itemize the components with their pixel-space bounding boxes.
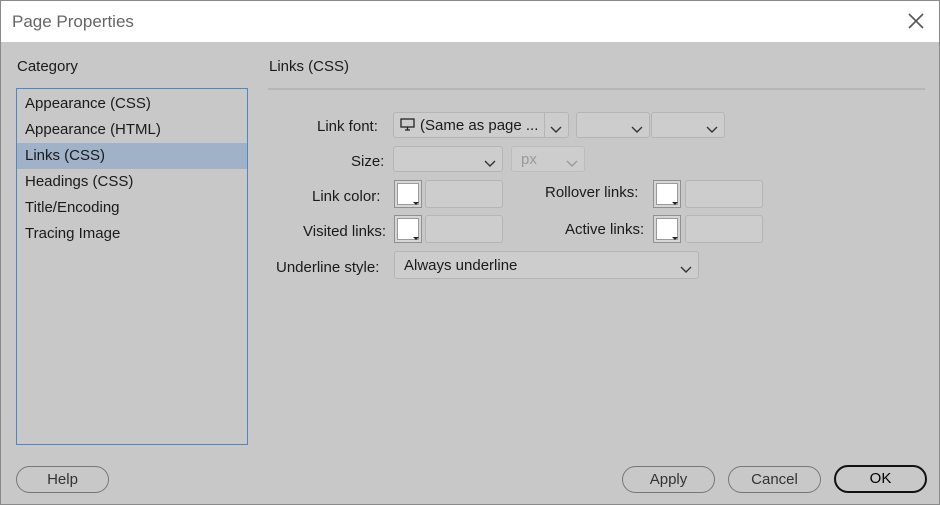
category-item-label: Title/Encoding [25, 199, 120, 216]
rollover-color-input[interactable] [685, 180, 763, 208]
category-item-label: Tracing Image [25, 225, 121, 242]
category-heading: Category [17, 58, 78, 75]
close-icon[interactable] [907, 12, 925, 30]
active-links-label: Active links: [565, 221, 645, 238]
ok-button[interactable]: OK [834, 465, 927, 493]
visited-color-input[interactable] [425, 215, 503, 243]
window-title: Page Properties [12, 12, 134, 31]
page-properties-dialog: Page Properties Category Appearance (CSS… [0, 0, 940, 505]
category-item-links-css[interactable]: Links (CSS) [17, 143, 247, 169]
category-item-appearance-css[interactable]: Appearance (CSS) [17, 91, 247, 117]
size-unit-dropdown: px [511, 146, 585, 172]
font-style-dropdown[interactable] [576, 112, 650, 138]
title-bar: Page Properties [1, 1, 939, 42]
visited-links-label: Visited links: [303, 223, 387, 240]
active-color-swatch[interactable] [653, 215, 681, 243]
category-item-label: Appearance (HTML) [25, 121, 161, 138]
active-color-input[interactable] [685, 215, 763, 243]
dropdown-separator [544, 113, 545, 137]
link-font-value: (Same as page ... [420, 117, 539, 134]
link-color-input[interactable] [425, 180, 503, 208]
chevron-down-icon [550, 121, 562, 138]
swatch-dropdown-icon [413, 202, 419, 205]
category-item-label: Links (CSS) [25, 147, 106, 164]
chevron-down-icon [706, 121, 718, 138]
category-item-label: Appearance (CSS) [25, 95, 151, 112]
rollover-color-swatch[interactable] [653, 180, 681, 208]
category-item-headings-css[interactable]: Headings (CSS) [17, 169, 247, 195]
apply-button[interactable]: Apply [622, 466, 715, 493]
chevron-down-icon [484, 155, 496, 172]
chevron-down-icon [631, 121, 643, 138]
swatch-dropdown-icon [672, 202, 678, 205]
visited-color-swatch[interactable] [394, 215, 422, 243]
link-color-label: Link color: [312, 188, 381, 205]
category-item-label: Headings (CSS) [25, 173, 134, 190]
underline-style-label: Underline style: [276, 259, 380, 276]
cancel-button[interactable]: Cancel [728, 466, 821, 493]
underline-style-dropdown[interactable]: Always underline [394, 251, 699, 279]
section-divider [268, 88, 925, 90]
monitor-icon [400, 118, 415, 135]
category-item-appearance-html[interactable]: Appearance (HTML) [17, 117, 247, 143]
font-weight-dropdown[interactable] [651, 112, 725, 138]
category-item-title-encoding[interactable]: Title/Encoding [17, 195, 247, 221]
size-unit-value: px [521, 151, 537, 168]
swatch-dropdown-icon [413, 237, 419, 240]
link-font-label: Link font: [317, 118, 378, 135]
size-dropdown[interactable] [393, 146, 503, 172]
size-label: Size: [351, 153, 385, 170]
category-item-tracing-image[interactable]: Tracing Image [17, 221, 247, 247]
chevron-down-icon [566, 155, 578, 172]
rollover-links-label: Rollover links: [545, 184, 639, 201]
link-color-swatch[interactable] [394, 180, 422, 208]
category-list[interactable]: Appearance (CSS) Appearance (HTML) Links… [16, 88, 248, 445]
underline-style-value: Always underline [404, 257, 518, 274]
help-button[interactable]: Help [16, 466, 109, 493]
link-font-dropdown[interactable]: (Same as page ... [393, 112, 569, 138]
chevron-down-icon [680, 261, 692, 278]
section-title: Links (CSS) [269, 58, 350, 75]
swatch-dropdown-icon [672, 237, 678, 240]
